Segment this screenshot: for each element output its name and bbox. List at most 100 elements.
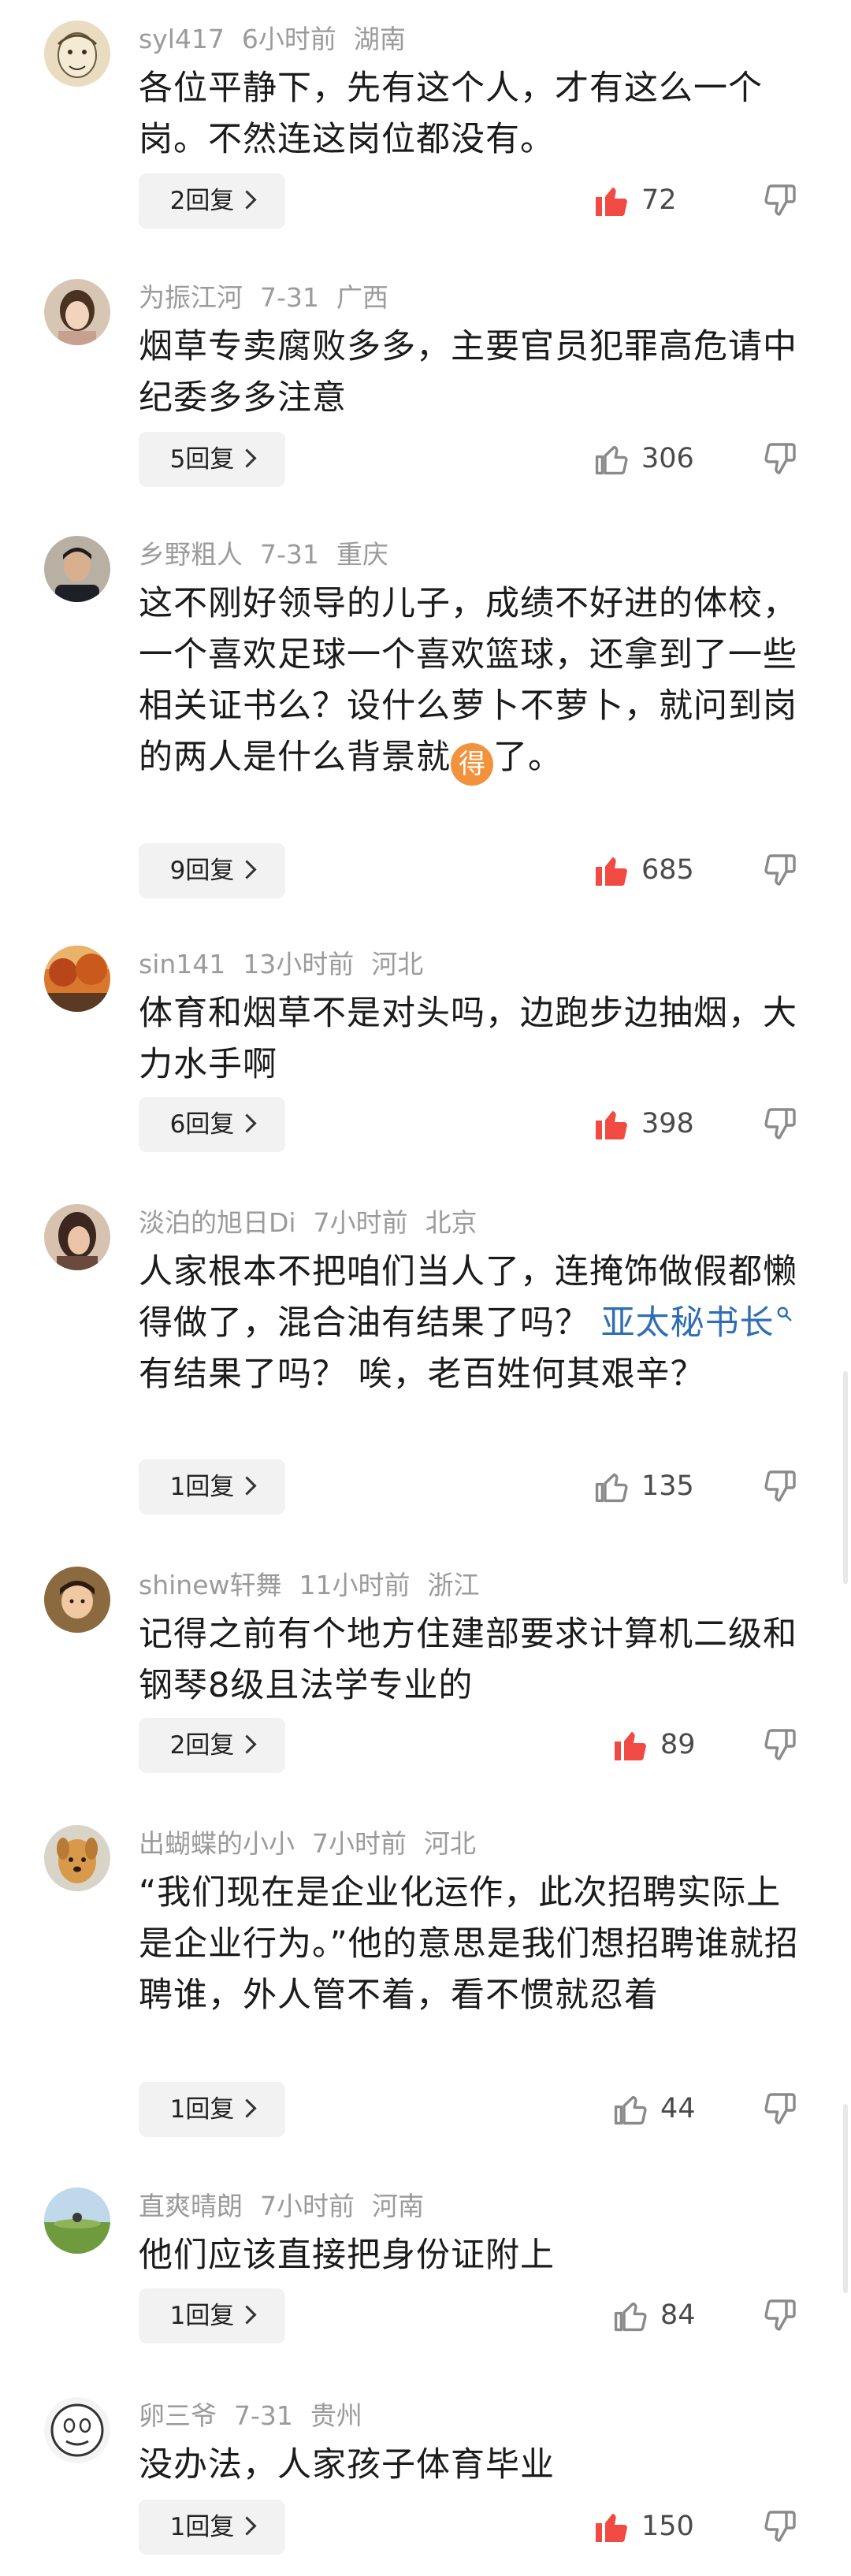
like-button[interactable]: 89 [611, 1721, 722, 1768]
location: 浙江 [427, 1570, 480, 1600]
reply-button[interactable]: 1回复 [139, 2500, 285, 2555]
thumbs-up-icon [595, 445, 628, 475]
username[interactable]: 直爽晴朗 [139, 2191, 243, 2221]
like-button[interactable]: 135 [593, 1463, 703, 1510]
search-link-label: 亚太秘书长 [600, 1303, 775, 1343]
thumbs-up-filled-icon [615, 1732, 646, 1760]
location: 河北 [371, 949, 424, 979]
scrollbar[interactable] [843, 2104, 848, 2293]
username[interactable]: syl417 [139, 24, 225, 54]
like-button[interactable]: 306 [593, 435, 703, 482]
username[interactable]: 卵三爷 [139, 2400, 217, 2431]
reply-label: 9回复 [169, 857, 235, 885]
reply-label: 1回复 [169, 2513, 235, 2541]
comment-item: shinew轩舞 11小时前 浙江 记得之前有个地方住建部要求计算机二级和钢琴8级且… [0, 1567, 851, 1779]
reply-button[interactable]: 9回复 [139, 843, 285, 898]
username[interactable]: 为振江河 [139, 282, 243, 313]
comment-text: 这不刚好领导的儿子，成绩不好进的体校，一个喜欢足球一个喜欢篮球，还拿到了一些相关… [139, 578, 801, 786]
reply-label: 2回复 [169, 1731, 235, 1760]
username[interactable]: sin141 [139, 949, 225, 979]
like-button[interactable]: 72 [593, 177, 703, 224]
comment-text: 没办法，人家孩子体育毕业 [139, 2445, 555, 2485]
thumbs-up-filled-icon [596, 2514, 627, 2542]
thumbs-down-icon[interactable] [761, 1726, 799, 1764]
like-count: 44 [660, 2093, 696, 2124]
comment-item: 为振江河 7-31 广西 烟草专卖腐败多多，主要官员犯罪高危请中纪委多多注意 5回复… [0, 279, 851, 492]
thumbs-up-filled-icon [596, 188, 627, 216]
location: 河北 [424, 1828, 476, 1859]
comment-text-tail: 有结果了吗？ 唉，老百姓何其艰辛？ [139, 1355, 705, 1394]
reply-button[interactable]: 2回复 [139, 173, 285, 229]
chevron-right-icon [237, 190, 257, 210]
thumbs-down-icon[interactable] [761, 440, 799, 478]
username[interactable]: 乡野粗人 [139, 539, 243, 570]
chevron-right-icon [237, 1476, 257, 1496]
like-button[interactable]: 150 [593, 2503, 703, 2550]
timestamp: 13小时前 [243, 949, 355, 979]
reply-button[interactable]: 6回复 [139, 1097, 285, 1152]
thumbs-down-icon[interactable] [761, 1105, 799, 1143]
comment-text-tail: 了。 [493, 738, 563, 777]
reply-button[interactable]: 1回复 [139, 2082, 285, 2137]
search-link[interactable]: 亚太秘书长 [601, 1303, 793, 1343]
reply-button[interactable]: 1回复 [139, 1459, 285, 1515]
like-button[interactable]: 685 [593, 846, 703, 894]
scrollbar[interactable] [843, 1371, 848, 1584]
comment-text: 人家根本不把咱们当人了，连掩饰做假都懒得做了，混合油有结果了吗？ 亚太秘书长 有… [139, 1247, 801, 1400]
like-count: 306 [641, 443, 694, 474]
thumbs-down-icon[interactable] [761, 851, 799, 889]
girl-photo-avatar[interactable] [44, 279, 110, 345]
sketch-face-avatar[interactable] [44, 20, 110, 87]
location: 贵州 [310, 2400, 362, 2431]
comment-meta: syl417 6小时前 湖南 [139, 24, 423, 55]
username[interactable]: 出蝴蝶的小小 [139, 1828, 295, 1859]
chevron-right-icon [237, 448, 257, 468]
like-count: 72 [641, 184, 677, 216]
location: 湖南 [353, 24, 406, 54]
comment-item: 卵三爷 7-31 贵州 没办法，人家孩子体育毕业 1回复 150 [0, 2397, 851, 2570]
like-count: 150 [641, 2511, 694, 2542]
thumbs-up-icon [614, 2095, 647, 2125]
comment-meta: 乡野粗人 7-31 重庆 [139, 539, 406, 571]
woman-portrait-avatar[interactable] [44, 1204, 110, 1270]
meme-face-avatar[interactable] [44, 2397, 110, 2463]
thumbs-down-icon[interactable] [761, 2507, 799, 2545]
location: 重庆 [336, 539, 388, 570]
like-button[interactable]: 398 [593, 1100, 703, 1147]
chevron-right-icon [237, 2098, 257, 2118]
thumbs-up-icon [614, 2302, 647, 2332]
comment-item: sin141 13小时前 河北 体育和烟草不是对头吗，边跑步边抽烟，大力水手啊 6回… [0, 946, 851, 1158]
comment-item: 直爽晴朗 7小时前 河南 他们应该直接把身份证附上 1回复 84 [0, 2188, 851, 2353]
thumbs-down-icon[interactable] [761, 2090, 799, 2128]
thumbs-down-icon[interactable] [761, 2296, 799, 2334]
de-emoji-icon: 得 [451, 743, 493, 786]
man-portrait-avatar[interactable] [44, 536, 110, 602]
comment-text: 他们应该直接把身份证附上 [139, 2236, 555, 2275]
like-button[interactable]: 84 [611, 2292, 722, 2339]
comment-meta: sin141 13小时前 河北 [139, 949, 440, 980]
like-button[interactable]: 44 [611, 2085, 722, 2132]
username[interactable]: 淡泊的旭日Di [139, 1207, 296, 1238]
like-count: 398 [641, 1108, 694, 1139]
like-count: 89 [660, 1729, 696, 1760]
reply-button[interactable]: 1回复 [139, 2288, 285, 2344]
comment-meta: shinew轩舞 11小时前 浙江 [139, 1570, 496, 1601]
comment-text: “我们现在是企业化运作，此次招聘实际上是企业行为。”他的意思是我们想招聘谁就招聘… [139, 1873, 799, 2015]
comment-meta: 出蝴蝶的小小 7小时前 河北 [139, 1828, 493, 1860]
username[interactable]: shinew轩舞 [139, 1570, 281, 1600]
like-count: 135 [641, 1470, 694, 1502]
dog-avatar[interactable] [44, 1825, 110, 1891]
autumn-landscape-avatar[interactable] [44, 946, 110, 1012]
comment-item: 乡野粗人 7-31 重庆 这不刚好领导的儿子，成绩不好进的体校，一个喜欢足球一个喜欢… [0, 536, 851, 906]
field-landscape-avatar[interactable] [44, 2188, 110, 2254]
timestamp: 7-31 [234, 2400, 293, 2431]
thumbs-down-icon[interactable] [761, 181, 799, 219]
thumbs-down-icon[interactable] [761, 1467, 799, 1505]
timestamp: 7小时前 [312, 1828, 407, 1859]
child-photo-avatar[interactable] [44, 1567, 110, 1633]
comment-meta: 直爽晴朗 7小时前 河南 [139, 2191, 441, 2222]
thumbs-up-icon [595, 1473, 628, 1503]
timestamp: 7-31 [260, 282, 319, 313]
reply-button[interactable]: 2回复 [139, 1718, 285, 1773]
reply-button[interactable]: 5回复 [139, 432, 285, 487]
